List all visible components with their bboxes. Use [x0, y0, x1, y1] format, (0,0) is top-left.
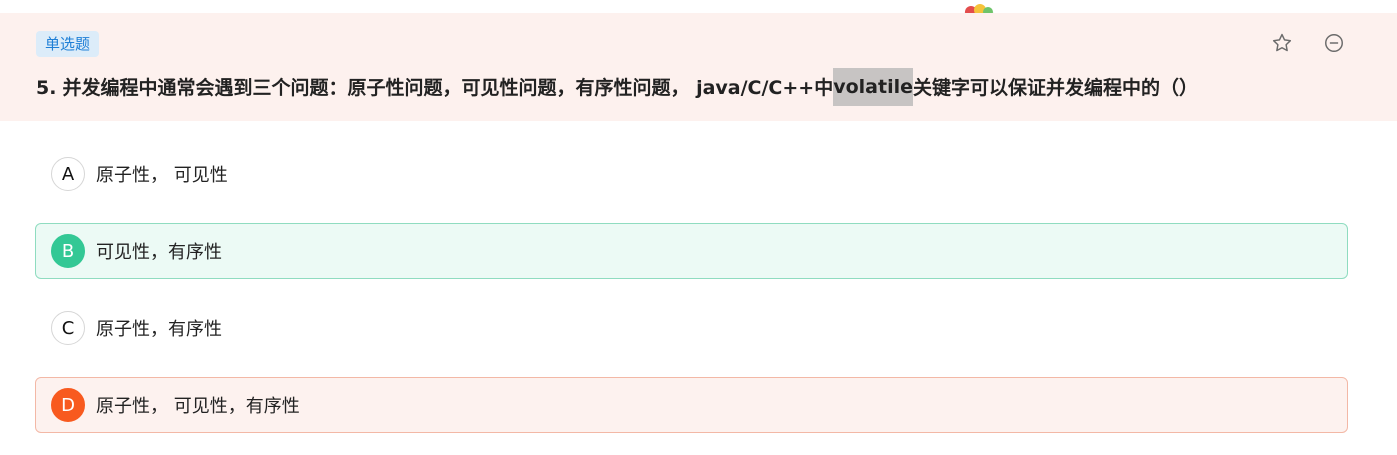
question-highlighted-keyword: volatile [833, 68, 913, 106]
question-type-tag: 单选题 [36, 31, 100, 57]
star-icon [1272, 33, 1292, 52]
option-a[interactable]: A 原子性， 可见性 [35, 146, 1348, 202]
option-c[interactable]: C 原子性，有序性 [35, 300, 1348, 356]
option-text: 原子性， 可见性 [96, 165, 228, 186]
quiz-page: 单选题 5. 并发编程中通常会遇到三个问题：原子性问题，可见性问题，有序性问题， … [0, 0, 1397, 455]
option-text: 原子性， 可见性，有序性 [96, 396, 300, 417]
option-b[interactable]: B 可见性，有序性 [35, 223, 1348, 279]
option-text: 可见性，有序性 [96, 242, 222, 263]
question-header: 单选题 5. 并发编程中通常会遇到三个问题：原子性问题，可见性问题，有序性问题， … [0, 13, 1397, 121]
question-text-before: 并发编程中通常会遇到三个问题：原子性问题，可见性问题，有序性问题， java/C… [62, 77, 834, 99]
option-text: 原子性，有序性 [96, 319, 222, 340]
option-letter-badge: B [51, 234, 85, 268]
option-d[interactable]: D 原子性， 可见性，有序性 [35, 377, 1348, 433]
favorite-button[interactable] [1271, 32, 1293, 54]
option-letter-badge: D [51, 388, 85, 422]
option-letter-badge: C [51, 311, 85, 345]
question-stem: 5. 并发编程中通常会遇到三个问题：原子性问题，可见性问题，有序性问题， java… [36, 68, 1247, 108]
question-actions [1271, 32, 1345, 54]
minus-circle-icon [1325, 34, 1343, 52]
remove-question-button[interactable] [1323, 32, 1345, 54]
answer-options: A 原子性， 可见性 B 可见性，有序性 C 原子性，有序性 D 原子性， 可见… [35, 146, 1348, 454]
question-number: 5. [36, 77, 57, 99]
option-letter-badge: A [51, 157, 85, 191]
question-text-after: 关键字可以保证并发编程中的（） [913, 77, 1199, 99]
